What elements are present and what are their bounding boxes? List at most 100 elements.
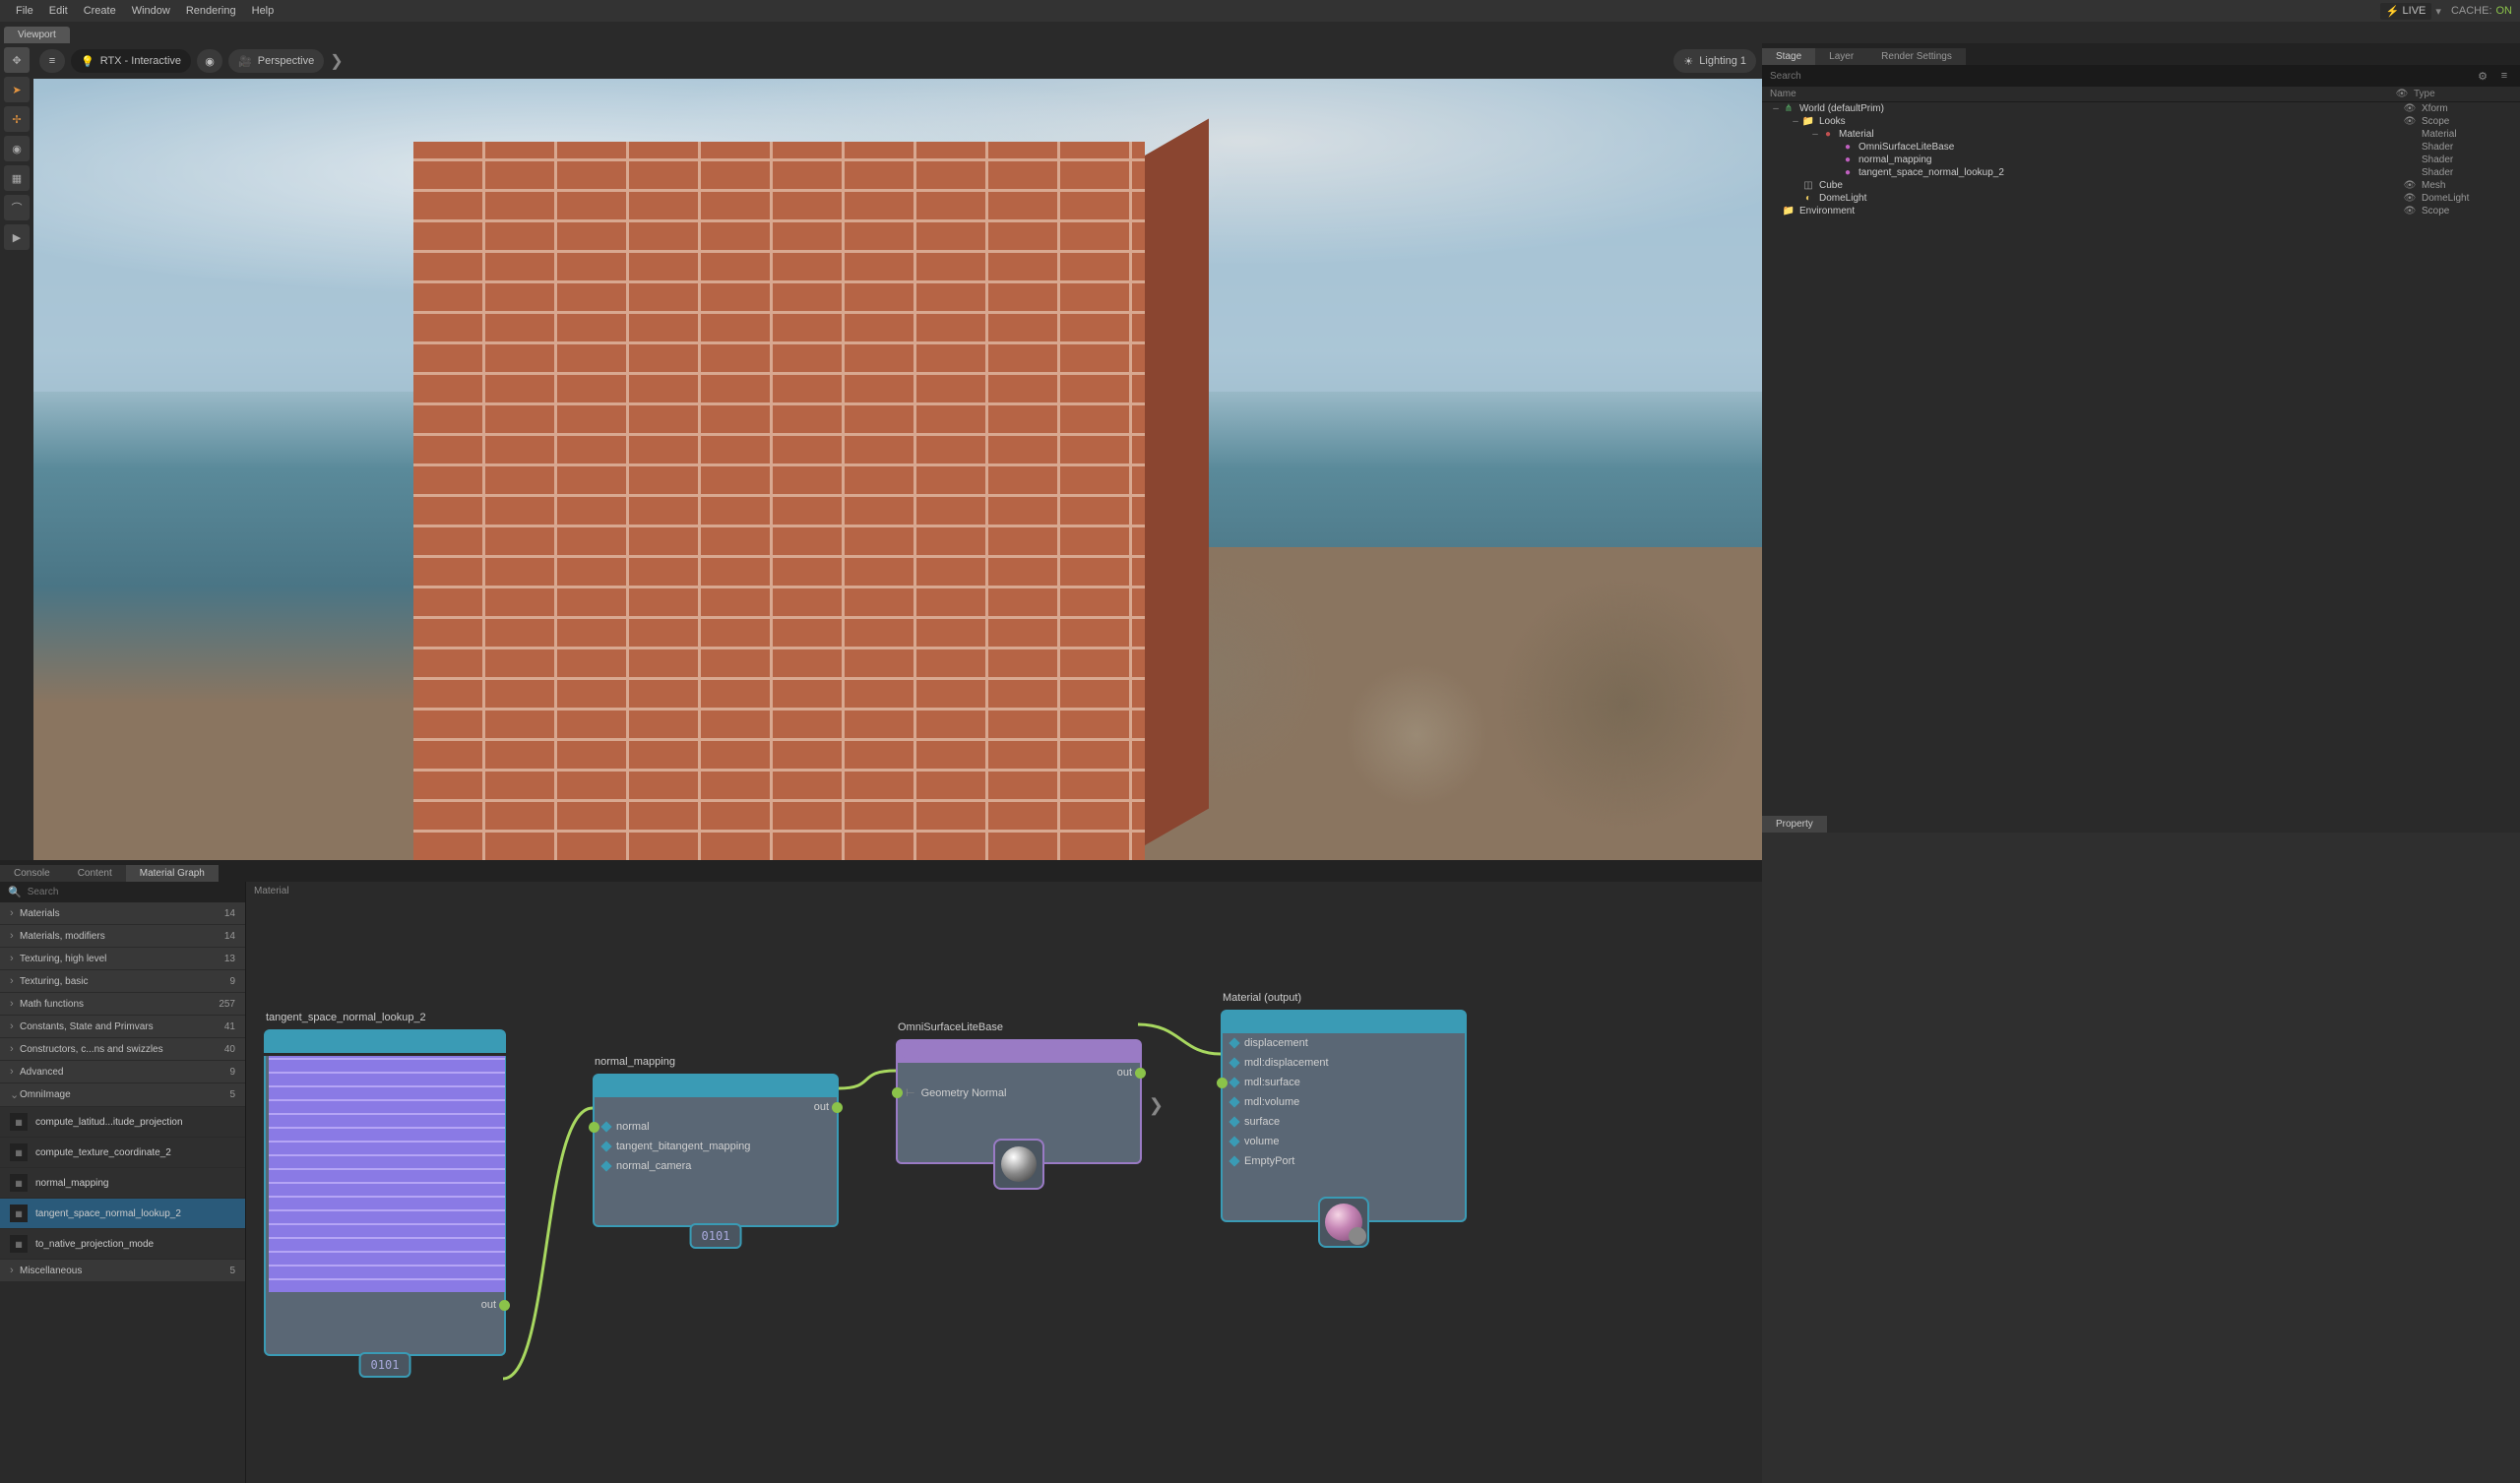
sun-icon: ☀	[1683, 55, 1693, 68]
category-item[interactable]: ›Constants, State and Primvars41	[0, 1016, 245, 1037]
category-sub-item[interactable]: ▦tangent_space_normal_lookup_2	[0, 1199, 245, 1228]
category-search: 🔍	[0, 882, 245, 902]
play-tool[interactable]: ▶	[4, 224, 30, 250]
cache-label: CACHE:	[2451, 5, 2492, 17]
menu-edit[interactable]: Edit	[41, 5, 76, 17]
tab-stage[interactable]: Stage	[1762, 48, 1815, 65]
property-tabs: Property	[1762, 811, 2520, 833]
chevron-right-icon[interactable]: ❯	[330, 51, 343, 71]
live-badge[interactable]: ⚡ LIVE	[2380, 3, 2432, 20]
expand-icon[interactable]: ❯	[1149, 1095, 1164, 1116]
node-tangent-space-normal-lookup[interactable]: tangent_space_normal_lookup_2 out 0101	[264, 1029, 506, 1356]
port-normal-camera[interactable]: normal_camera	[595, 1156, 837, 1176]
measure-tool[interactable]: ⌒	[4, 195, 30, 220]
category-panel: 🔍 ›Materials14›Materials, modifiers14›Te…	[0, 882, 246, 1483]
category-item[interactable]: ›Miscellaneous5	[0, 1260, 245, 1281]
viewport-menu-button[interactable]: ≡	[39, 49, 65, 73]
options-icon[interactable]: ≡	[2496, 68, 2512, 84]
pointer-tool[interactable]: ➤	[4, 77, 30, 102]
category-sub-item[interactable]: ▦compute_latitud...itude_projection	[0, 1107, 245, 1137]
menu-create[interactable]: Create	[76, 5, 124, 17]
viewport-tab[interactable]: Viewport	[4, 27, 70, 43]
node-omni-surface-lite-base[interactable]: OmniSurfaceLiteBase out ⊢ Geometry Norma…	[896, 1039, 1142, 1164]
bolt-icon: ⚡	[2386, 5, 2400, 18]
port-normal[interactable]: normal	[595, 1117, 837, 1137]
tree-row[interactable]: ●tangent_space_normal_lookup_2Shader	[1762, 166, 2520, 179]
graph-canvas[interactable]: Material tangent_space_normal_lookup_2	[246, 882, 1762, 1483]
port-out[interactable]: out	[898, 1063, 1140, 1082]
filter-icon[interactable]: ⚙	[2475, 68, 2490, 84]
tab-render-settings[interactable]: Render Settings	[1867, 48, 1966, 65]
node-title: OmniSurfaceLiteBase	[898, 1021, 1003, 1033]
tree-row[interactable]: –●MaterialMaterial	[1762, 128, 2520, 141]
tree-row[interactable]: –⋔World (defaultPrim)👁Xform	[1762, 102, 2520, 115]
category-sub-item[interactable]: ▦compute_texture_coordinate_2	[0, 1138, 245, 1167]
category-item[interactable]: ›Materials, modifiers14	[0, 925, 245, 947]
cache-state[interactable]: ON	[2496, 5, 2513, 17]
rtx-mode-button[interactable]: 💡 RTX - Interactive	[71, 49, 191, 73]
rotate-tool[interactable]: ◉	[4, 136, 30, 161]
node-normal-mapping[interactable]: normal_mapping out normal	[593, 1074, 839, 1227]
tab-property[interactable]: Property	[1762, 816, 1827, 833]
port-geometry-normal[interactable]: ⊢ Geometry Normal	[898, 1082, 1140, 1103]
tree-header: Name 👁 Type	[1762, 87, 2520, 102]
tree-row[interactable]: ●OmniSurfaceLiteBaseShader	[1762, 141, 2520, 154]
category-item[interactable]: ⌄OmniImage5	[0, 1083, 245, 1106]
stage-tabs: Stage Layer Render Settings	[1762, 43, 2520, 65]
tree-row[interactable]: –📁Looks👁Scope	[1762, 115, 2520, 128]
live-label: LIVE	[2403, 5, 2426, 17]
viewport-main: ≡ 💡 RTX - Interactive ◉ 🎥 Perspective ❯ …	[33, 43, 1762, 860]
category-item[interactable]: ›Advanced9	[0, 1061, 245, 1082]
port-mdl-displacement[interactable]: mdl:displacement	[1223, 1053, 1465, 1073]
port-mdl-surface[interactable]: mdl:surface	[1223, 1073, 1465, 1092]
port-displacement[interactable]: displacement	[1223, 1033, 1465, 1053]
visibility-button[interactable]: ◉	[197, 49, 222, 73]
camera-button[interactable]: 🎥 Perspective	[228, 49, 324, 73]
port-out[interactable]: out	[595, 1097, 837, 1117]
node-material-output[interactable]: Material (output) displacementmdl:displa…	[1221, 1010, 1467, 1222]
category-item[interactable]: ›Texturing, high level13	[0, 948, 245, 969]
category-item[interactable]: ›Constructors, c...ns and swizzles40	[0, 1038, 245, 1060]
port-volume[interactable]: volume	[1223, 1132, 1465, 1151]
category-sub-item[interactable]: ▦to_native_projection_mode	[0, 1229, 245, 1259]
tree-row[interactable]: 📁Environment👁Scope	[1762, 205, 2520, 217]
tab-content[interactable]: Content	[64, 865, 126, 882]
col-type: Type	[2414, 89, 2512, 99]
menu-window[interactable]: Window	[124, 5, 178, 17]
select-tool[interactable]: ✥	[4, 47, 30, 73]
tree-row[interactable]: ●normal_mappingShader	[1762, 154, 2520, 166]
normal-map-preview	[269, 1056, 505, 1292]
port-tangent-bitangent[interactable]: tangent_bitangent_mapping	[595, 1137, 837, 1156]
rtx-label: RTX - Interactive	[100, 55, 181, 67]
viewport-canvas[interactable]	[33, 79, 1762, 860]
tree-row[interactable]: ◐DomeLight👁DomeLight	[1762, 192, 2520, 205]
category-item[interactable]: ›Materials14	[0, 902, 245, 924]
port-out[interactable]: out	[266, 1295, 504, 1315]
port-surface[interactable]: surface	[1223, 1112, 1465, 1132]
bulb-icon: 💡	[81, 55, 94, 68]
tab-console[interactable]: Console	[0, 865, 64, 882]
category-item[interactable]: ›Texturing, basic9	[0, 970, 245, 992]
snap-tool[interactable]: ▦	[4, 165, 30, 191]
brick-cube	[413, 142, 1209, 860]
category-sub-item[interactable]: ▦normal_mapping	[0, 1168, 245, 1198]
category-search-input[interactable]	[28, 887, 237, 897]
stage-search-input[interactable]	[1770, 71, 2469, 82]
tab-layer[interactable]: Layer	[1815, 48, 1867, 65]
port-mdl-volume[interactable]: mdl:volume	[1223, 1092, 1465, 1112]
menu-file[interactable]: File	[8, 5, 41, 17]
live-dropdown-icon[interactable]: ▾	[2435, 5, 2441, 18]
category-item[interactable]: ›Math functions257	[0, 993, 245, 1015]
move-tool[interactable]: ✢	[4, 106, 30, 132]
menu-items: File Edit Create Window Rendering Help	[8, 5, 282, 17]
col-name: Name	[1770, 89, 2390, 99]
menu-help[interactable]: Help	[244, 5, 283, 17]
search-icon: 🔍	[8, 886, 22, 898]
port-EmptyPort[interactable]: EmptyPort	[1223, 1151, 1465, 1171]
tree-row[interactable]: ◫Cube👁Mesh	[1762, 179, 2520, 192]
bottom-tabs: Console Content Material Graph	[0, 860, 1762, 882]
menu-rendering[interactable]: Rendering	[178, 5, 244, 17]
eye-icon: 👁	[2390, 89, 2414, 99]
lighting-button[interactable]: ☀ Lighting 1	[1673, 49, 1756, 73]
tab-material-graph[interactable]: Material Graph	[126, 865, 219, 882]
